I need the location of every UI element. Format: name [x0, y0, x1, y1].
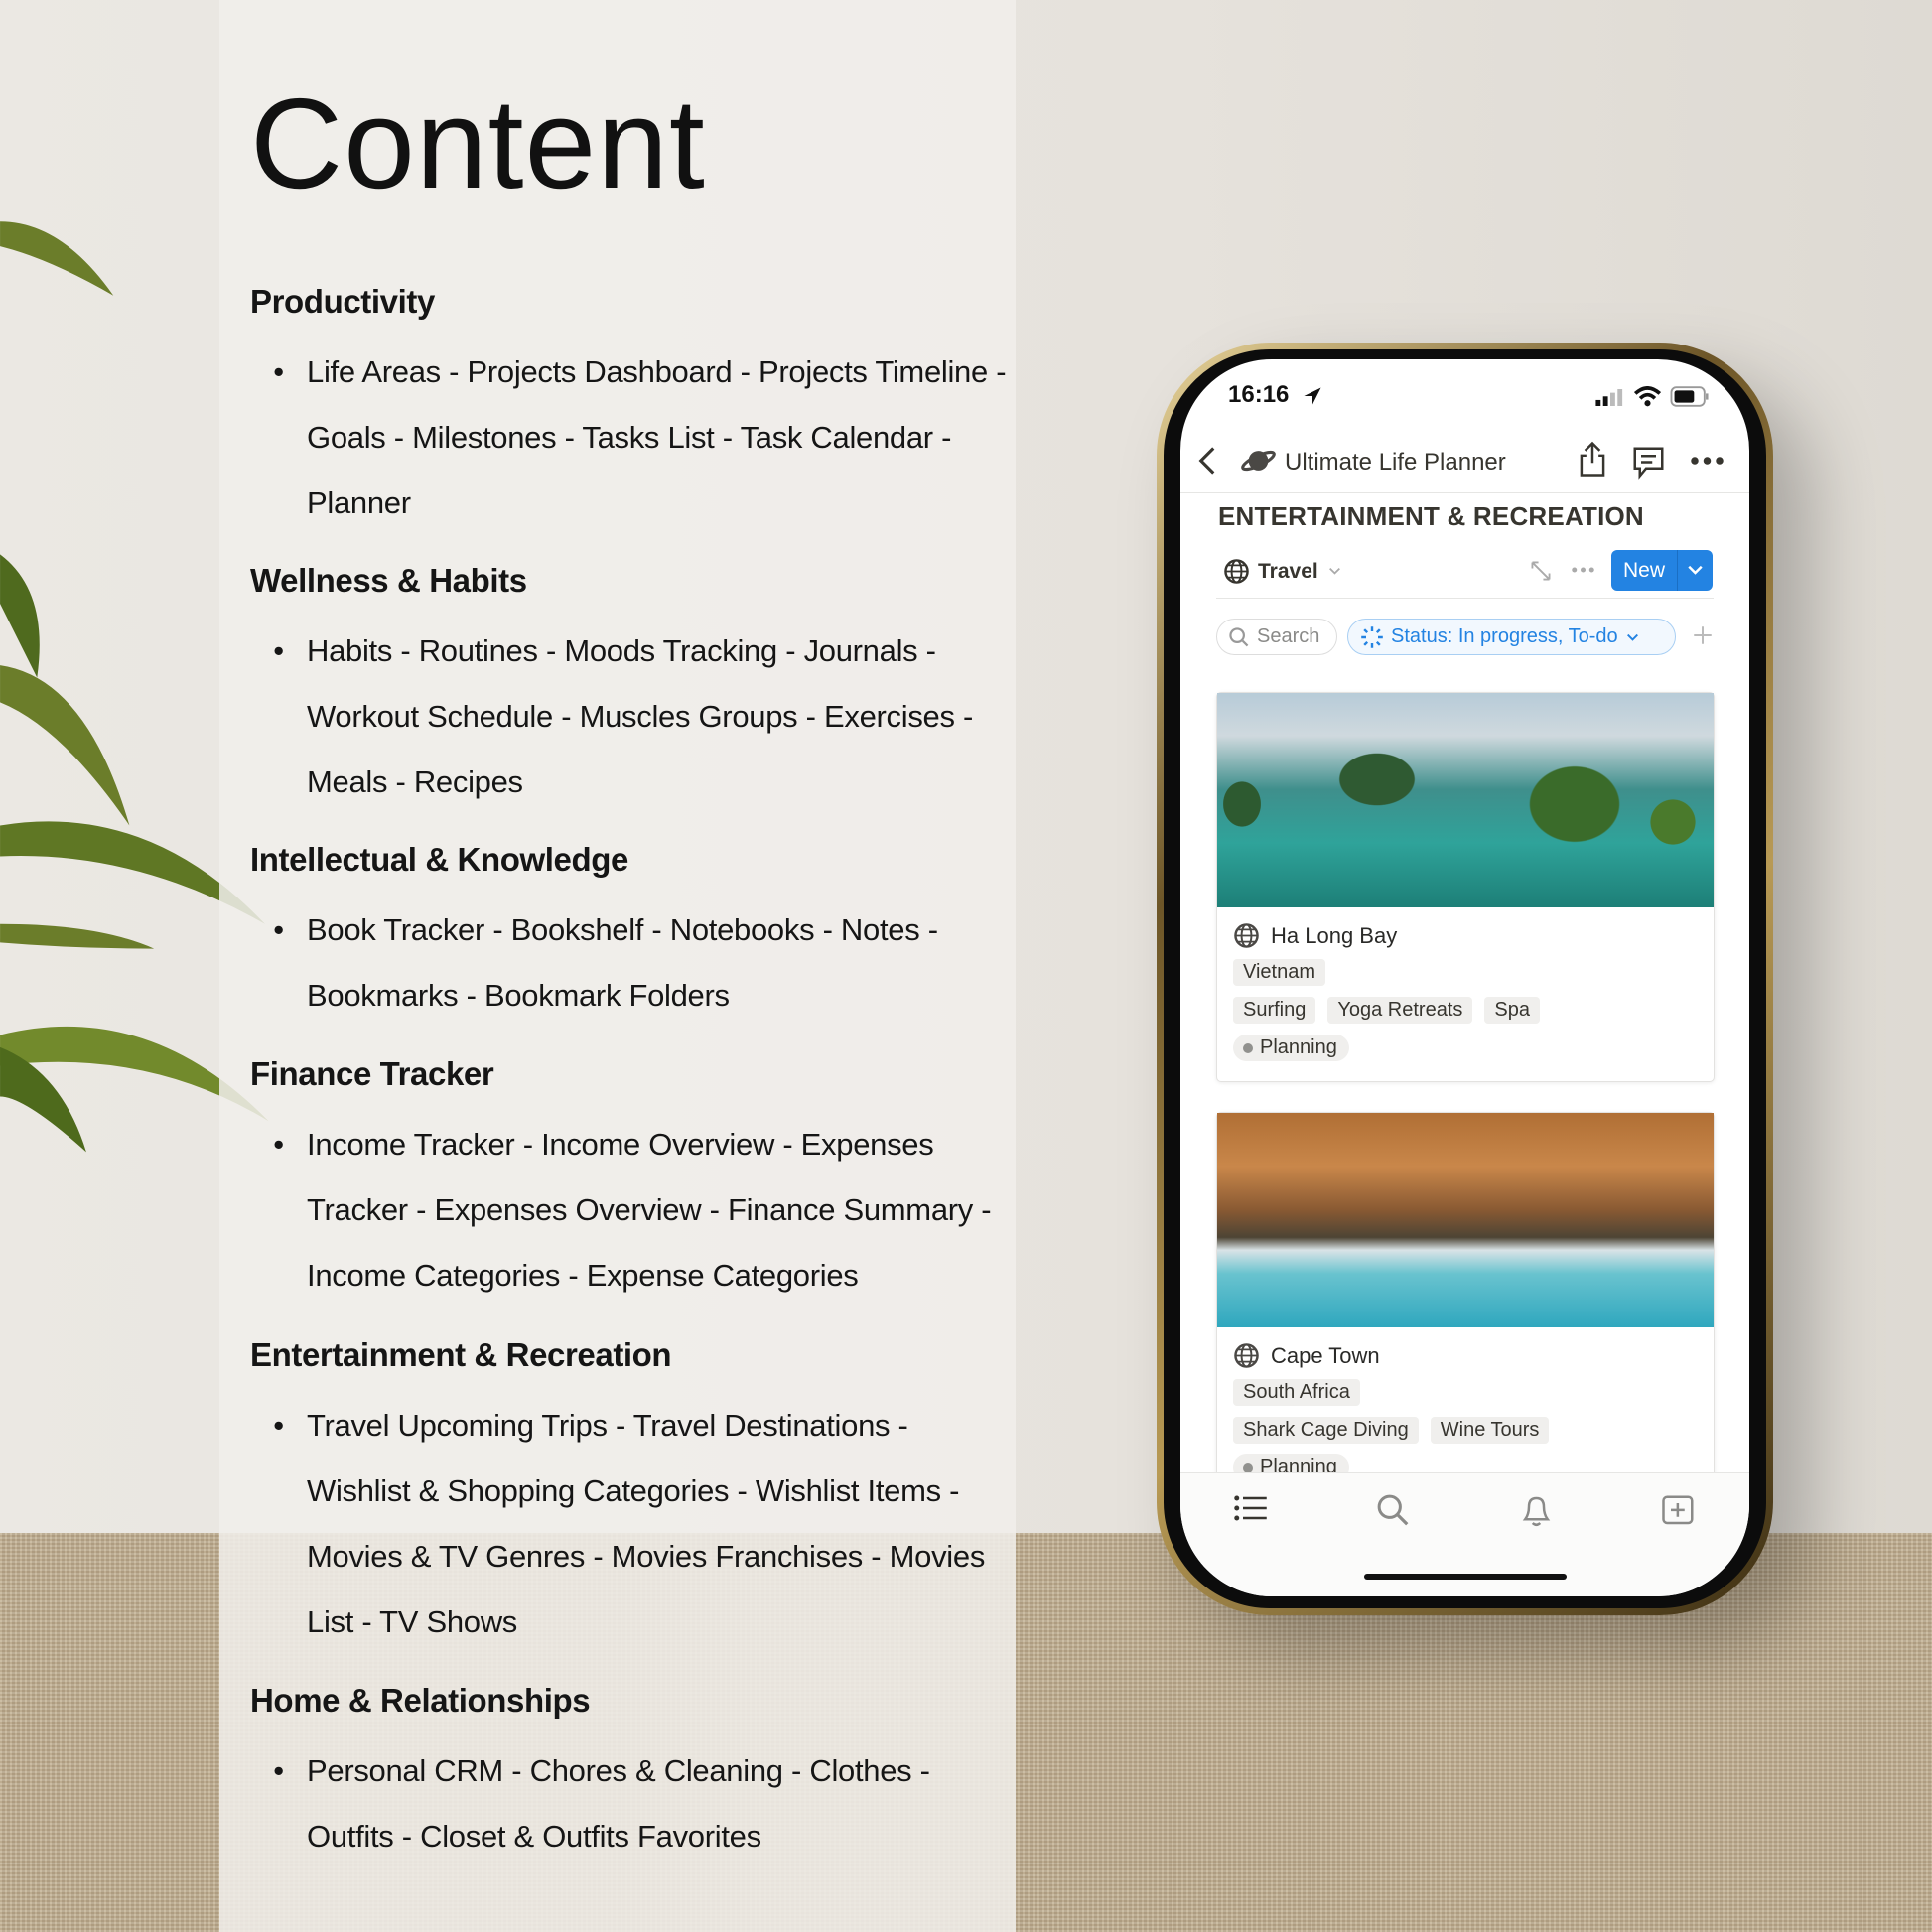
planet-icon [1241, 450, 1276, 472]
add-filter-icon[interactable] [1693, 625, 1713, 645]
chevron-down-icon[interactable] [1327, 565, 1342, 577]
bullet: • [273, 1127, 284, 1162]
back-chevron-icon[interactable] [1197, 446, 1217, 476]
section-items: Book Tracker - Bookshelf - Notebooks - N… [307, 912, 938, 1013]
filter-label: Status: In progress, To-do [1391, 625, 1618, 647]
bullet: • [273, 1753, 284, 1788]
section-items: Habits - Routines - Moods Tracking - Jou… [307, 633, 974, 799]
view-selector[interactable]: Travel [1258, 560, 1318, 584]
activity-tag: Surfing [1233, 997, 1316, 1024]
globe-icon [1234, 1343, 1259, 1368]
bullet: • [273, 912, 284, 947]
share-icon[interactable] [1578, 441, 1607, 478]
section-items: Life Areas - Projects Dashboard - Projec… [307, 354, 1007, 520]
page-heading: ENTERTAINMENT & RECREATION [1218, 501, 1644, 531]
activity-tag: Wine Tours [1430, 1417, 1550, 1444]
activity-tag: Shark Cage Diving [1233, 1417, 1419, 1444]
new-button[interactable]: New [1611, 550, 1713, 591]
status-time: 16:16 [1228, 381, 1290, 408]
search-button[interactable]: Search [1216, 619, 1337, 655]
new-page-icon[interactable] [1661, 1493, 1696, 1528]
comment-icon[interactable] [1631, 445, 1666, 480]
more-options-icon[interactable] [1690, 456, 1725, 466]
gallery-card[interactable]: Cape Town South Africa Shark Cage Diving… [1216, 1112, 1715, 1502]
search-icon [1229, 626, 1249, 646]
battery-icon [1670, 386, 1709, 407]
section-heading: Home & Relationships [250, 1682, 591, 1719]
section-heading: Finance Tracker [250, 1055, 494, 1092]
globe-icon [1234, 923, 1259, 948]
status-label: Planning [1260, 1036, 1337, 1058]
country-tag: Vietnam [1233, 959, 1326, 986]
new-dropdown-chevron-icon[interactable] [1678, 563, 1713, 578]
bell-icon[interactable] [1519, 1493, 1554, 1528]
list-icon[interactable] [1233, 1493, 1268, 1523]
section-heading: Wellness & Habits [250, 562, 527, 599]
section-items: Income Tracker - Income Overview - Expen… [307, 1127, 992, 1293]
card-title: Cape Town [1271, 1342, 1380, 1368]
globe-icon [1224, 559, 1249, 584]
section-home: Home & Relationships • Personal CRM - Cho… [250, 1673, 1015, 1869]
wifi-icon [1634, 386, 1661, 407]
bottom-tab-bar [1180, 1472, 1749, 1596]
section-heading: Entertainment & Recreation [250, 1336, 672, 1373]
status-filter-chip[interactable]: Status: In progress, To-do [1347, 619, 1676, 655]
bullet: • [273, 633, 284, 668]
workspace-title[interactable]: Ultimate Life Planner [1285, 449, 1506, 477]
page-title: Content [250, 72, 706, 215]
section-heading: Productivity [250, 283, 435, 320]
location-arrow-icon [1304, 387, 1321, 405]
view-more-icon[interactable] [1571, 566, 1595, 574]
gallery-card[interactable]: Ha Long Bay Vietnam Surfing Yoga Retreat… [1216, 692, 1715, 1082]
search-label: Search [1257, 625, 1320, 647]
country-tag: South Africa [1233, 1379, 1360, 1406]
card-title: Ha Long Bay [1271, 922, 1398, 948]
phone-screen: 16:16 Ultimate Life Planner ENTERTAINMEN… [1180, 359, 1749, 1596]
expand-icon[interactable] [1530, 560, 1552, 582]
activity-tag: Yoga Retreats [1327, 997, 1473, 1024]
section-finance: Finance Tracker • Income Tracker - Income… [250, 1046, 1015, 1309]
card-cover-image [1217, 693, 1714, 907]
in-progress-icon [1361, 625, 1383, 648]
bullet: • [273, 354, 284, 389]
new-button-label[interactable]: New [1611, 559, 1677, 583]
phone-mockup: 16:16 Ultimate Life Planner ENTERTAINMEN… [1157, 343, 1773, 1615]
bullet: • [273, 1408, 284, 1443]
activity-tag: Spa [1484, 997, 1540, 1024]
search-icon[interactable] [1376, 1493, 1411, 1528]
section-items: Personal CRM - Chores & Cleaning - Cloth… [307, 1753, 930, 1854]
chevron-down-icon [1626, 633, 1638, 641]
section-wellness: Wellness & Habits • Habits - Routines - M… [250, 553, 1015, 815]
card-cover-image [1217, 1113, 1714, 1327]
promo-canvas: Content Productivity • Life Areas - Proje… [0, 0, 1932, 1932]
section-entertainment: Entertainment & Recreation • Travel Upcom… [250, 1327, 1015, 1655]
status-badge: Planning [1233, 1035, 1349, 1061]
signal-icon [1595, 389, 1623, 406]
section-intellectual: Intellectual & Knowledge • Book Tracker -… [250, 832, 1015, 1029]
section-heading: Intellectual & Knowledge [250, 841, 628, 878]
section-productivity: Productivity • Life Areas - Projects Dash… [250, 274, 1015, 536]
home-indicator[interactable] [1364, 1574, 1567, 1580]
section-items: Travel Upcoming Trips - Travel Destinati… [307, 1408, 986, 1639]
